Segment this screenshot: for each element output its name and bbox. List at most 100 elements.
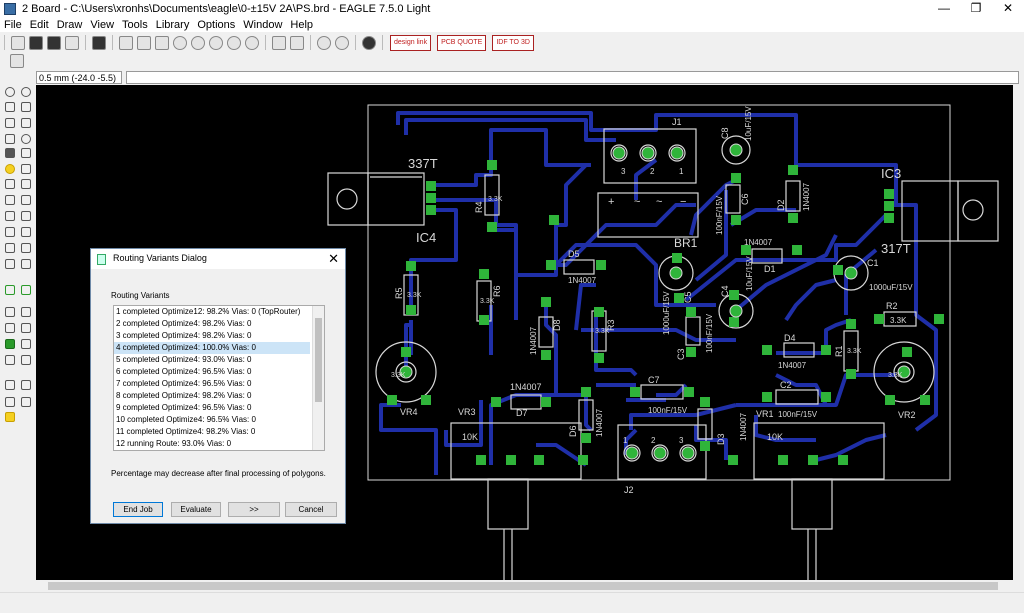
c5-label: C5 — [683, 291, 693, 303]
routing-variants-list[interactable]: 1 completed Optimize12: 98.2% Vias: 0 (T… — [113, 305, 325, 451]
name-icon[interactable] — [21, 195, 31, 205]
display-icon[interactable] — [5, 102, 15, 112]
menu-file[interactable]: File — [0, 19, 26, 31]
undo-icon[interactable] — [272, 35, 286, 50]
info-icon[interactable] — [5, 87, 15, 97]
split-icon[interactable] — [21, 227, 31, 237]
route-icon[interactable] — [5, 259, 15, 269]
evaluate-button[interactable]: Evaluate — [171, 502, 221, 517]
ulp-icon[interactable] — [155, 35, 169, 50]
end-job-button[interactable]: End Job — [113, 502, 163, 517]
meander-icon[interactable] — [21, 243, 31, 253]
replace-icon[interactable] — [21, 179, 31, 189]
ratsnest-icon[interactable] — [5, 380, 15, 390]
value-icon[interactable] — [5, 211, 15, 221]
close-button[interactable]: ✕ — [992, 0, 1024, 17]
maximize-button[interactable]: ❐ — [960, 0, 992, 17]
circle-icon[interactable] — [5, 307, 15, 317]
stop-icon[interactable] — [317, 35, 331, 50]
list-item[interactable]: 5 completed Optimize4: 93.0% Vias: 0 — [114, 354, 310, 366]
horizontal-scrollbar[interactable] — [36, 580, 1013, 592]
sch-brd-switch-icon[interactable] — [92, 35, 106, 50]
help-icon[interactable] — [362, 35, 376, 50]
menu-help[interactable]: Help — [286, 19, 317, 31]
list-item[interactable]: 2 completed Optimize4: 98.2% Vias: 0 — [114, 318, 310, 330]
list-item[interactable]: 12 running Route: 93.0% Vias: 0 — [114, 438, 310, 450]
ripup-icon[interactable] — [21, 259, 31, 269]
minimize-button[interactable]: — — [928, 0, 960, 17]
list-item[interactable]: 11 completed Optimize4: 98.2% Vias: 0 — [114, 426, 310, 438]
horizontal-scroll-thumb[interactable] — [48, 582, 998, 590]
pcb-quote-button[interactable]: PCB QUOTE — [437, 34, 487, 51]
list-scrollbar[interactable] — [312, 306, 324, 450]
zoom-redraw-icon[interactable] — [227, 35, 241, 50]
erc-icon[interactable] — [5, 397, 15, 407]
zoom-fit-icon[interactable] — [173, 35, 187, 50]
d7-label: D7 — [516, 408, 528, 418]
save-icon[interactable] — [29, 35, 43, 50]
change-icon[interactable] — [21, 148, 31, 158]
hole-icon[interactable] — [5, 355, 15, 365]
delete-icon[interactable] — [21, 164, 31, 174]
list-item[interactable]: 8 completed Optimize4: 98.2% Vias: 0 — [114, 390, 310, 402]
open-icon[interactable] — [11, 35, 25, 50]
list-item[interactable]: 10 completed Optimize4: 96.5% Vias: 0 — [114, 414, 310, 426]
design-link-button[interactable]: design link — [390, 34, 432, 51]
drc-icon[interactable] — [21, 397, 31, 407]
list-item[interactable]: 3 completed Optimize4: 98.2% Vias: 0 — [114, 330, 310, 342]
redo-icon[interactable] — [290, 35, 304, 50]
script-icon[interactable] — [137, 35, 151, 50]
via-icon[interactable] — [5, 339, 15, 349]
errors-icon[interactable] — [5, 412, 15, 422]
lock-icon[interactable] — [5, 195, 15, 205]
list-item-selected[interactable]: 4 completed Optimize4: 100.0% Vias: 0 — [114, 342, 310, 354]
cancel-button[interactable]: Cancel — [285, 502, 337, 517]
zoom-out-icon[interactable] — [209, 35, 223, 50]
mirror-icon[interactable] — [5, 134, 15, 144]
menu-tools[interactable]: Tools — [118, 19, 152, 31]
idf-to-3d-button[interactable]: IDF TO 3D — [492, 34, 534, 51]
signal-icon[interactable] — [21, 339, 31, 349]
list-scroll-thumb[interactable] — [315, 318, 322, 402]
print-icon[interactable] — [47, 35, 61, 50]
go-icon[interactable] — [335, 35, 349, 50]
move-icon[interactable] — [5, 118, 15, 128]
optimize-icon[interactable] — [5, 243, 15, 253]
rotate-icon[interactable] — [21, 134, 31, 144]
command-input[interactable] — [126, 71, 1019, 84]
smash-icon[interactable] — [21, 211, 31, 221]
attribute-icon[interactable] — [21, 355, 31, 365]
menu-options[interactable]: Options — [193, 19, 239, 31]
auto-icon[interactable] — [21, 380, 31, 390]
grid-icon[interactable] — [10, 54, 24, 68]
list-item[interactable]: 1 completed Optimize12: 98.2% Vias: 0 (T… — [114, 306, 310, 318]
menu-edit[interactable]: Edit — [26, 19, 53, 31]
mark-icon[interactable] — [21, 102, 31, 112]
copy-icon[interactable] — [21, 118, 31, 128]
vertical-scrollbar[interactable] — [1013, 85, 1024, 580]
polygon-icon[interactable] — [21, 323, 31, 333]
miter-icon[interactable] — [5, 227, 15, 237]
text-icon[interactable] — [21, 285, 31, 295]
wire-icon[interactable] — [5, 285, 15, 295]
cam-processor-icon[interactable] — [65, 35, 79, 50]
list-item[interactable]: 6 completed Optimize4: 96.5% Vias: 0 — [114, 366, 310, 378]
add-icon[interactable] — [5, 179, 15, 189]
more-button[interactable]: >> — [228, 502, 280, 517]
zoom-in-icon[interactable] — [191, 35, 205, 50]
zoom-select-icon[interactable] — [245, 35, 259, 50]
rect-icon[interactable] — [5, 323, 15, 333]
show-icon[interactable] — [21, 87, 31, 97]
j2-pin2: 2 — [651, 436, 656, 445]
paste-icon[interactable] — [5, 164, 15, 174]
menu-window[interactable]: Window — [239, 19, 286, 31]
list-item[interactable]: 9 completed Optimize4: 96.5% Vias: 0 — [114, 402, 310, 414]
menu-draw[interactable]: Draw — [53, 19, 87, 31]
arc-icon[interactable] — [21, 307, 31, 317]
menu-library[interactable]: Library — [152, 19, 194, 31]
menu-view[interactable]: View — [86, 19, 118, 31]
list-item[interactable]: 7 completed Optimize4: 96.5% Vias: 0 — [114, 378, 310, 390]
use-library-icon[interactable] — [119, 35, 133, 50]
dialog-close-button[interactable]: ✕ — [328, 251, 339, 266]
group-icon[interactable] — [5, 148, 15, 158]
